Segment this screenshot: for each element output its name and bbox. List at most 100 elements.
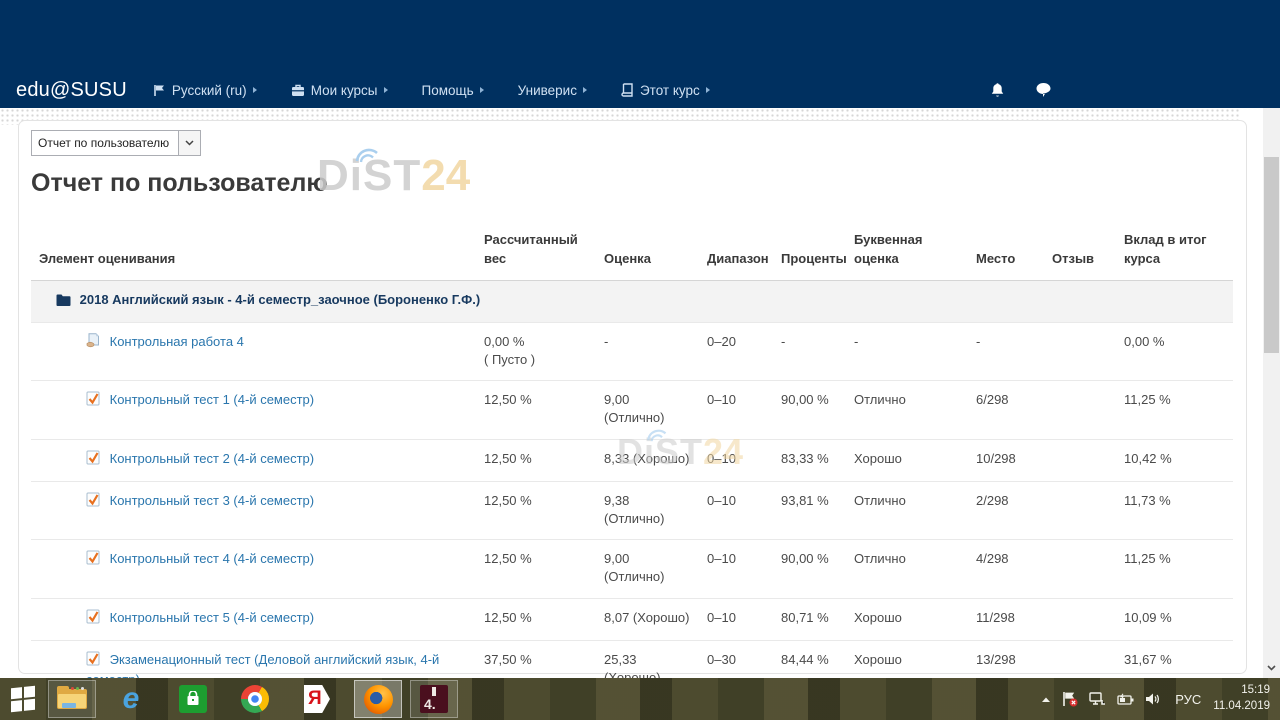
weight-note: ( Пусто ): [484, 351, 588, 369]
nav-item-label: Помощь: [422, 83, 474, 98]
weight-value: 0,00 %: [484, 333, 588, 351]
caret-down-icon: [384, 87, 388, 93]
messages-chat-icon[interactable]: [1035, 82, 1052, 98]
contribution-value: 0,00 %: [1116, 322, 1233, 380]
quiz-icon: [86, 450, 101, 470]
nav-item-language[interactable]: Русский (ru): [153, 83, 257, 98]
navbar: edu@SUSU Русский (ru) Мои курсы Помощь: [0, 72, 1280, 108]
col-header-grade: Оценка: [596, 227, 699, 280]
range-value: 0–10: [699, 381, 773, 439]
percent-value: 93,81 %: [773, 481, 846, 539]
grade-item-link[interactable]: Контрольный тест 2 (4-й семестр): [110, 451, 314, 466]
app-4-icon: 4.: [420, 685, 448, 713]
contribution-value: 11,73 %: [1116, 481, 1233, 539]
col-header-range: Диапазон: [699, 227, 773, 280]
grade-row: Контрольный тест 5 (4-й семестр) 12,50 %…: [31, 598, 1233, 640]
contribution-value: 11,25 %: [1116, 540, 1233, 598]
percent-value: 90,00 %: [773, 540, 846, 598]
nav-item-my-courses[interactable]: Мои курсы: [291, 83, 388, 98]
quiz-icon: [86, 609, 101, 629]
flag-icon: [153, 84, 166, 97]
grade-item-link[interactable]: Контрольный тест 5 (4-й семестр): [110, 610, 314, 625]
yandex-browser-icon: Я: [304, 685, 330, 713]
letter-value: -: [846, 322, 968, 380]
internet-explorer-icon: e: [123, 684, 140, 714]
brand-logo[interactable]: edu@SUSU: [16, 79, 127, 102]
firefox-icon: [364, 685, 393, 714]
taskbar-windows-store-button[interactable]: [170, 678, 216, 720]
taskbar-app-4-button[interactable]: 4.: [410, 680, 458, 718]
nav-item-univeris[interactable]: Универис: [518, 83, 587, 98]
grade-item-link[interactable]: Контрольный тест 4 (4-й семестр): [110, 551, 314, 566]
language-indicator[interactable]: РУС: [1175, 692, 1201, 707]
col-header-item: Элемент оценивания: [31, 227, 476, 280]
taskbar-file-explorer-button[interactable]: [48, 680, 96, 718]
nav-item-this-course[interactable]: Этот курс: [621, 83, 710, 98]
network-icon[interactable]: [1089, 692, 1106, 707]
rank-value: -: [968, 322, 1044, 380]
contribution-value: 11,25 %: [1116, 381, 1233, 439]
nav-item-help[interactable]: Помощь: [422, 83, 484, 98]
taskbar-internet-explorer-button[interactable]: e: [108, 678, 154, 720]
book-icon: [621, 83, 634, 97]
page-scrollbar[interactable]: [1263, 108, 1280, 678]
nav-item-label: Русский (ru): [172, 83, 247, 98]
quiz-icon: [86, 651, 101, 671]
contribution-value: 10,09 %: [1116, 598, 1233, 640]
start-button[interactable]: [0, 678, 46, 720]
rank-value: 4/298: [968, 540, 1044, 598]
grade-item-link[interactable]: Контрольный тест 3 (4-й семестр): [110, 493, 314, 508]
report-type-select[interactable]: Отчет по пользователю: [31, 130, 201, 156]
range-value: 0–10: [699, 540, 773, 598]
file-explorer-icon: [57, 687, 87, 711]
grade-row: Контрольный тест 3 (4-й семестр) 12,50 %…: [31, 481, 1233, 539]
windows-store-icon: [179, 685, 207, 713]
briefcase-icon: [291, 84, 305, 97]
taskbar-firefox-button[interactable]: [354, 680, 402, 718]
scrollbar-thumb[interactable]: [1264, 157, 1279, 353]
grade-row: Контрольный тест 4 (4-й семестр) 12,50 %…: [31, 540, 1233, 598]
tray-show-hidden-icons-arrow[interactable]: [1041, 696, 1051, 703]
notifications-bell-icon[interactable]: [990, 82, 1005, 98]
chrome-icon: [241, 685, 269, 713]
weight-value: 12,50 %: [476, 598, 596, 640]
scrollbar-down-arrow-icon[interactable]: [1263, 660, 1280, 676]
percent-value: 83,33 %: [773, 439, 846, 481]
content-card: Отчет по пользователю Отчет по пользоват…: [18, 120, 1247, 674]
quiz-icon: [86, 391, 101, 411]
rank-value: 2/298: [968, 481, 1044, 539]
report-select-value: Отчет по пользователю: [32, 131, 178, 155]
table-header-row: Элемент оценивания Рассчитанный вес Оцен…: [31, 227, 1233, 280]
grade-item-link[interactable]: Контрольный тест 1 (4-й семестр): [110, 392, 314, 407]
clock-time: 15:19: [1213, 683, 1270, 699]
col-header-feedback: Отзыв: [1044, 227, 1116, 280]
volume-icon[interactable]: [1145, 692, 1160, 706]
grade-row: Контрольная работа 4 0,00 %( Пусто ) - 0…: [31, 322, 1233, 380]
letter-value: Хорошо: [846, 598, 968, 640]
feedback-value: [1044, 322, 1116, 380]
grade-item-link[interactable]: Контрольная работа 4: [110, 334, 244, 349]
rank-value: 11/298: [968, 598, 1044, 640]
taskbar-yandex-browser-button[interactable]: Я: [294, 678, 340, 720]
grade-value: 9,00 (Отлично): [596, 540, 699, 598]
col-header-contribution: Вклад в итог курса: [1116, 227, 1233, 280]
feedback-value: [1044, 481, 1116, 539]
letter-value: Отлично: [846, 481, 968, 539]
taskbar-chrome-button[interactable]: [232, 678, 278, 720]
feedback-value: [1044, 598, 1116, 640]
rank-value: 10/298: [968, 439, 1044, 481]
nav-item-label: Этот курс: [640, 83, 700, 98]
grade-value: 8,33 (Хорошо): [596, 439, 699, 481]
taskbar-clock[interactable]: 15:19 11.04.2019: [1213, 683, 1270, 714]
battery-icon[interactable]: [1117, 693, 1134, 706]
page-title: Отчет по пользователю: [31, 169, 328, 198]
percent-value: 80,71 %: [773, 598, 846, 640]
action-center-flag-icon[interactable]: [1062, 691, 1078, 707]
contribution-value: 10,42 %: [1116, 439, 1233, 481]
system-tray: РУС 15:19 11.04.2019: [1041, 683, 1280, 714]
feedback-value: [1044, 439, 1116, 481]
letter-value: Отлично: [846, 540, 968, 598]
range-value: 0–10: [699, 598, 773, 640]
user-grade-report-table: Элемент оценивания Рассчитанный вес Оцен…: [31, 227, 1233, 720]
grade-row: Контрольный тест 2 (4-й семестр) 12,50 %…: [31, 439, 1233, 481]
